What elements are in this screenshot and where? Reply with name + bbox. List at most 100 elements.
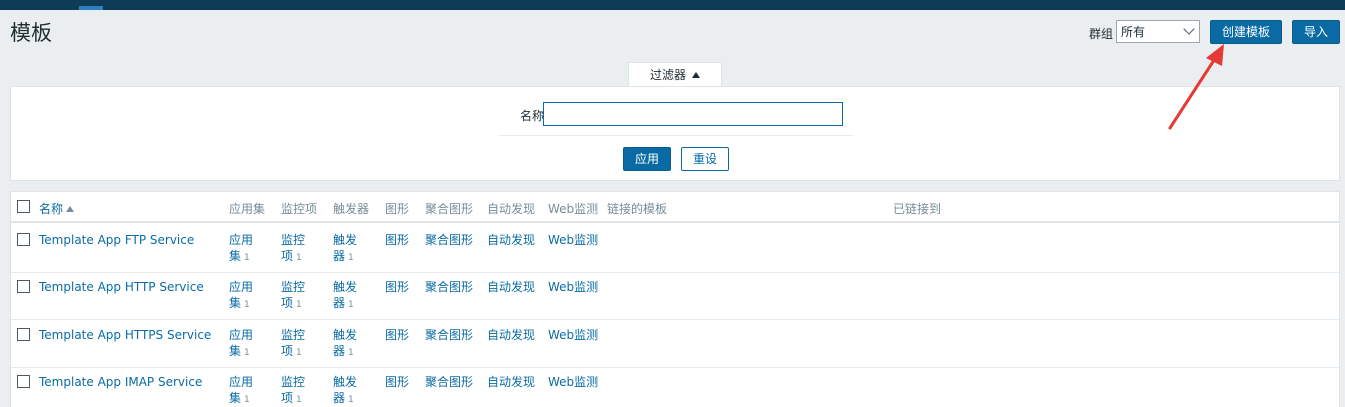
triggers-link[interactable]: 触发器 1 [333,279,363,313]
table-row: Template App FTP Service 应用集 1 监控项 1 触发器 1 … [11,225,1339,273]
graphs-link[interactable]: 图形 [385,279,409,295]
apps-text-a: 应用 [229,280,254,294]
items-text-a: 监控 [281,328,306,342]
filter-divider [499,135,853,136]
web-link[interactable]: Web监测 [548,327,598,343]
row-checkbox[interactable] [17,375,30,388]
template-name-link[interactable]: Template App IMAP Service [39,374,202,390]
filter-reset-button[interactable]: 重设 [681,147,729,171]
top-nav-bar [0,0,1345,10]
screens-link[interactable]: 聚合图形 [425,374,473,390]
items-text-a: 监控 [281,375,306,389]
apps-text-a: 应用 [229,328,254,342]
triggers-text-a: 触发 [333,375,358,389]
triggers-count: 1 [348,300,354,310]
table-header: 名称 应用集 监控项 触发器 图形 聚合图形 自动发现 Web监测 链接的模板 … [11,192,1339,223]
apps-count: 1 [244,300,250,310]
items-text-a: 监控 [281,233,306,247]
collapse-up-icon [692,72,700,78]
chevron-down-icon [1183,23,1195,35]
apps-text-b: 集 [229,249,242,263]
items-text-a: 监控 [281,280,306,294]
column-header-triggers: 触发器 [333,202,370,216]
create-template-button[interactable]: 创建模板 [1210,20,1282,44]
applications-link[interactable]: 应用集 1 [229,232,259,266]
discovery-link[interactable]: 自动发现 [487,279,535,295]
templates-table: 名称 应用集 监控项 触发器 图形 聚合图形 自动发现 Web监测 链接的模板 … [10,191,1340,407]
triggers-link[interactable]: 触发器 1 [333,374,363,407]
template-name-link[interactable]: Template App HTTP Service [39,279,204,295]
web-link[interactable]: Web监测 [548,279,598,295]
select-all-checkbox[interactable] [17,200,30,213]
template-name-link[interactable]: Template App HTTPS Service [39,327,211,343]
triggers-link[interactable]: 触发器 1 [333,232,363,266]
import-button[interactable]: 导入 [1292,20,1340,44]
triggers-text-a: 触发 [333,328,358,342]
filter-name-input[interactable] [543,102,843,126]
column-header-name[interactable]: 名称 [39,200,75,217]
group-select-value: 所有 [1121,25,1146,39]
discovery-link[interactable]: 自动发现 [487,327,535,343]
row-checkbox[interactable] [17,280,30,293]
graphs-link[interactable]: 图形 [385,232,409,248]
apps-count: 1 [244,253,250,263]
apps-text-b: 集 [229,344,242,358]
triggers-text-a: 触发 [333,280,358,294]
items-link[interactable]: 监控项 1 [281,327,311,361]
filter-apply-button[interactable]: 应用 [623,147,671,171]
web-link[interactable]: Web监测 [548,374,598,390]
triggers-text-b: 器 [333,249,346,263]
screens-link[interactable]: 聚合图形 [425,279,473,295]
screens-link[interactable]: 聚合图形 [425,327,473,343]
row-checkbox[interactable] [17,233,30,246]
graphs-link[interactable]: 图形 [385,327,409,343]
graphs-link[interactable]: 图形 [385,374,409,390]
triggers-text-b: 器 [333,296,346,310]
triggers-link[interactable]: 触发器 1 [333,327,363,361]
triggers-text-b: 器 [333,344,346,358]
items-count: 1 [296,300,302,310]
triggers-count: 1 [348,253,354,263]
column-header-discovery: 自动发现 [487,202,536,216]
active-tab-indicator [79,6,103,10]
table-row: Template App HTTP Service 应用集 1 监控项 1 触发器 1… [11,272,1339,320]
items-text-b: 项 [281,249,294,263]
triggers-text-a: 触发 [333,233,358,247]
triggers-count: 1 [348,348,354,358]
items-link[interactable]: 监控项 1 [281,232,311,266]
template-name-link[interactable]: Template App FTP Service [39,232,194,248]
items-text-b: 项 [281,391,294,405]
applications-link[interactable]: 应用集 1 [229,327,259,361]
items-text-b: 项 [281,344,294,358]
items-link[interactable]: 监控项 1 [281,279,311,313]
apps-text-a: 应用 [229,375,254,389]
column-header-graphs: 图形 [385,202,410,216]
items-count: 1 [296,395,302,405]
items-count: 1 [296,348,302,358]
filter-toggle-tab[interactable]: 过滤器 [628,62,722,87]
column-name-label: 名称 [39,202,64,216]
apps-count: 1 [244,348,250,358]
applications-link[interactable]: 应用集 1 [229,279,259,313]
column-header-linked-to: 已链接到 [893,202,942,216]
screens-link[interactable]: 聚合图形 [425,232,473,248]
group-select[interactable]: 所有 [1116,20,1200,43]
table-row: Template App IMAP Service 应用集 1 监控项 1 触发器 1… [11,367,1339,407]
web-link[interactable]: Web监测 [548,232,598,248]
discovery-link[interactable]: 自动发现 [487,232,535,248]
sort-ascending-icon [66,206,75,212]
apps-count: 1 [244,395,250,405]
items-count: 1 [296,253,302,263]
filter-tab-label: 过滤器 [649,68,686,82]
row-checkbox[interactable] [17,328,30,341]
apps-text-b: 集 [229,391,242,405]
apps-text-b: 集 [229,296,242,310]
filter-panel: 名称 应用 重设 [10,86,1340,181]
items-text-b: 项 [281,296,294,310]
discovery-link[interactable]: 自动发现 [487,374,535,390]
applications-link[interactable]: 应用集 1 [229,374,259,407]
column-header-apps: 应用集 [229,202,266,216]
items-link[interactable]: 监控项 1 [281,374,311,407]
filter-name-label: 名称 [519,109,544,123]
page-title: 模板 [10,21,52,45]
